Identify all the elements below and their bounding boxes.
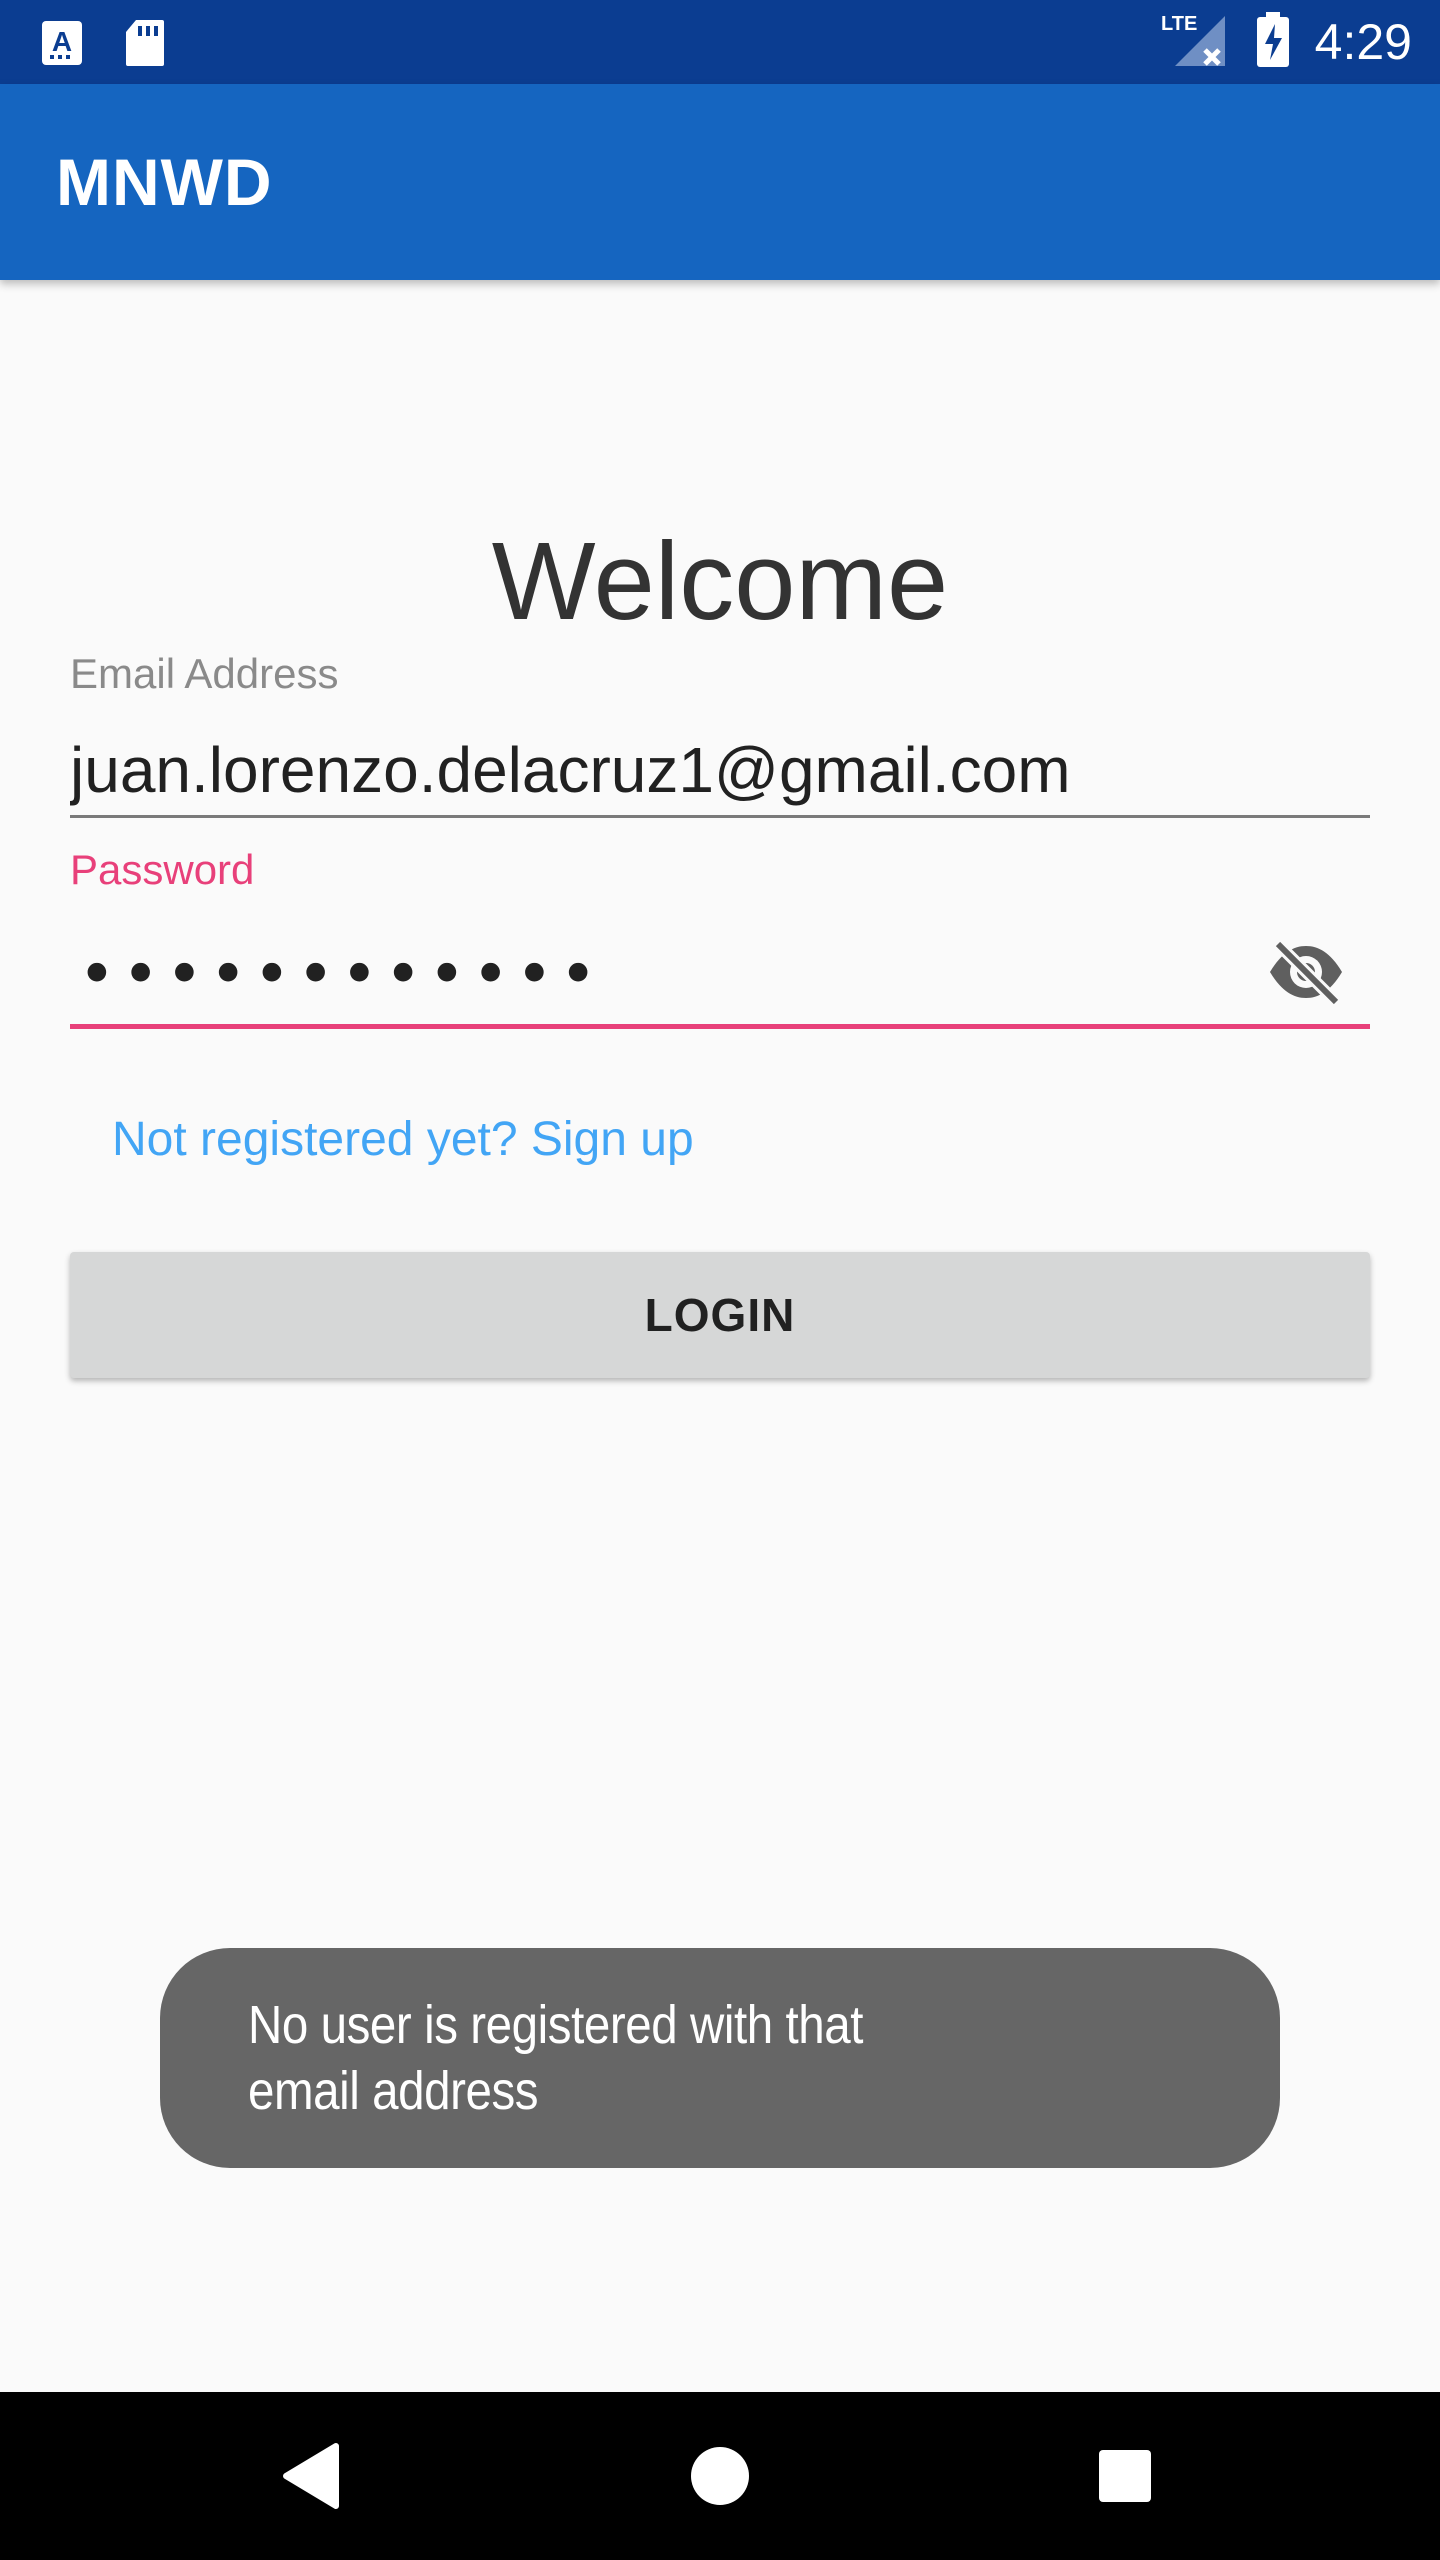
app-title: MNWD xyxy=(56,145,273,219)
toast-message: No user is registered with that email ad… xyxy=(160,1948,1280,2168)
status-bar: A LTE 4:29 xyxy=(0,0,1440,84)
password-field[interactable]: •••••••••••• xyxy=(70,920,1370,1029)
password-label: Password xyxy=(70,846,255,893)
password-masked-value: •••••••••••• xyxy=(78,938,603,1012)
email-field[interactable] xyxy=(70,725,1370,818)
login-button[interactable]: LOGIN xyxy=(70,1252,1370,1378)
toast-line-2: email address xyxy=(248,2061,539,2121)
svg-text:LTE: LTE xyxy=(1161,13,1197,35)
battery-charging-icon xyxy=(1255,11,1291,73)
notification-icons: A xyxy=(40,18,166,73)
back-icon[interactable] xyxy=(270,2432,358,2520)
email-label: Email Address xyxy=(70,650,339,697)
login-screen: A LTE 4:29 MNWD Welcome Email Address ju… xyxy=(0,0,1440,2560)
svg-text:A: A xyxy=(52,26,72,57)
lte-signal-icon: LTE xyxy=(1161,10,1231,75)
system-icons: LTE 4:29 xyxy=(1161,10,1412,74)
status-time: 4:29 xyxy=(1314,14,1412,70)
toast-line-1: No user is registered with that xyxy=(248,1995,863,2055)
navigation-bar xyxy=(0,2392,1440,2560)
toast-text: No user is registered with that email ad… xyxy=(248,1992,899,2124)
signup-link[interactable]: Not registered yet? Sign up xyxy=(112,1112,694,1167)
recents-icon[interactable] xyxy=(1081,2432,1169,2520)
visibility-off-icon[interactable] xyxy=(1266,938,1346,1007)
home-icon[interactable] xyxy=(676,2432,764,2520)
welcome-heading: Welcome xyxy=(491,520,949,643)
text-a-notification-icon: A xyxy=(40,19,84,72)
app-bar: MNWD xyxy=(0,84,1440,280)
sd-card-icon xyxy=(124,18,166,73)
